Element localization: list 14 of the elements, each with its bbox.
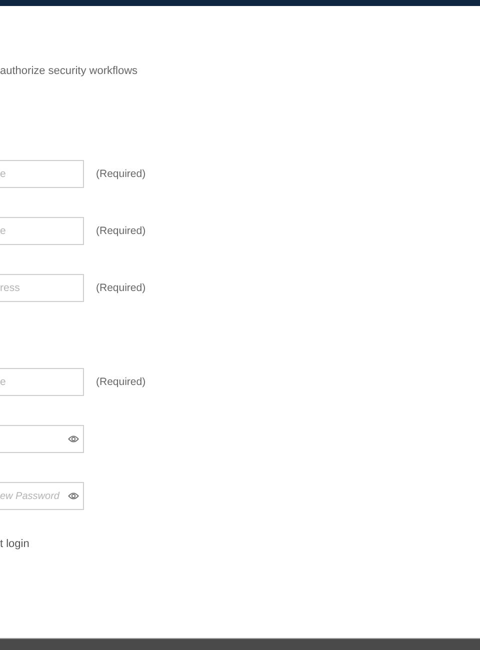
required-note: (Required) xyxy=(96,225,146,237)
eye-icon[interactable] xyxy=(68,492,79,500)
eye-icon[interactable] xyxy=(68,435,79,443)
password-field[interactable] xyxy=(0,425,84,453)
password-field[interactable]: ew Password xyxy=(0,482,84,510)
required-note: (Required) xyxy=(96,376,146,388)
input-field[interactable]: e xyxy=(0,160,84,188)
input-field[interactable]: e xyxy=(0,368,84,396)
login-text: t login xyxy=(0,538,30,550)
subtitle: authorize security workflows xyxy=(0,64,139,78)
input-field[interactable]: ress xyxy=(0,274,84,302)
input-field[interactable]: e xyxy=(0,217,84,245)
required-note: (Required) xyxy=(96,282,146,294)
required-note: (Required) xyxy=(96,168,146,180)
